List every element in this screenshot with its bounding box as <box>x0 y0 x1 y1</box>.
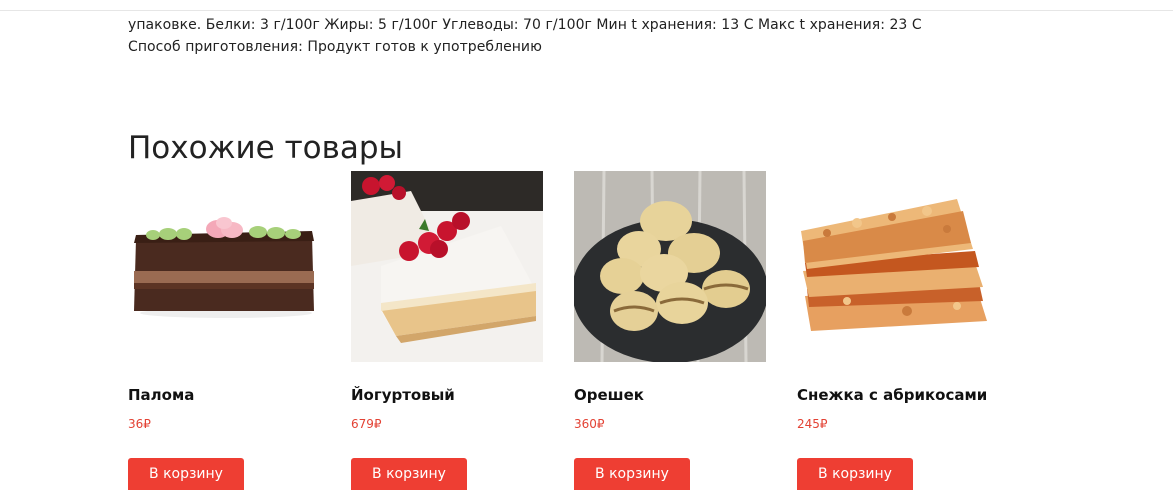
product-image[interactable] <box>574 171 766 362</box>
top-divider <box>0 10 1173 11</box>
product-name[interactable]: Снежка с абрикосами <box>797 386 987 404</box>
product-card: Йогуртовый 679₽ В корзину <box>351 171 543 490</box>
add-to-cart-button[interactable]: В корзину <box>128 458 244 490</box>
add-to-cart-button[interactable]: В корзину <box>574 458 690 490</box>
product-price: 360₽ <box>574 417 605 431</box>
product-name[interactable]: Палома <box>128 386 194 404</box>
description-line: упаковке. Белки: 3 г/100г Жиры: 5 г/100г… <box>128 17 922 33</box>
product-card: Снежка с абрикосами 245₽ В корзину <box>797 171 989 490</box>
product-image[interactable] <box>128 171 320 362</box>
product-price: 245₽ <box>797 417 828 431</box>
product-description: упаковке. Белки: 3 г/100г Жиры: 5 г/100г… <box>128 14 1028 58</box>
product-name[interactable]: Орешек <box>574 386 644 404</box>
add-to-cart-button[interactable]: В корзину <box>351 458 467 490</box>
product-card: Орешек 360₽ В корзину <box>574 171 766 490</box>
product-price: 36₽ <box>128 417 151 431</box>
description-line: Способ приготовления: Продукт готов к уп… <box>128 39 542 55</box>
add-to-cart-button[interactable]: В корзину <box>797 458 913 490</box>
product-image[interactable] <box>351 171 543 362</box>
similar-products-title: Похожие товары <box>128 130 404 166</box>
product-price: 679₽ <box>351 417 382 431</box>
product-card: Палома 36₽ В корзину <box>128 171 320 490</box>
similar-products-list: Палома 36₽ В корзину Йогуртовый 679₽ В к… <box>128 171 1028 490</box>
product-image[interactable] <box>797 171 989 362</box>
product-name[interactable]: Йогуртовый <box>351 386 455 404</box>
